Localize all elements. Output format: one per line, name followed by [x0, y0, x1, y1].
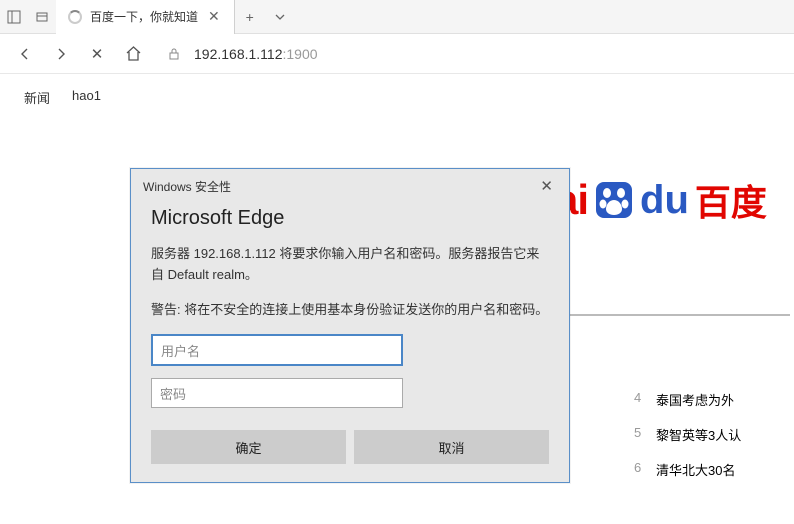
- page-content: 新闻 hao1 ai du 百度 安 安下载 anxz.com 4泰国考虑为外 …: [0, 74, 794, 524]
- ok-button[interactable]: 确定: [151, 430, 346, 464]
- placeholder-text: 用户名: [161, 341, 200, 360]
- tab-menu-chevron-icon[interactable]: [265, 0, 295, 34]
- home-button[interactable]: [120, 41, 146, 67]
- list-item[interactable]: 6清华北大30名: [634, 452, 794, 487]
- url-field[interactable]: 192.168.1.112:1900: [156, 44, 782, 64]
- back-button[interactable]: [12, 41, 38, 67]
- dialog-heading: Microsoft Edge: [151, 207, 549, 230]
- dialog-title: Windows 安全性: [143, 178, 231, 195]
- search-box-border[interactable]: [560, 314, 790, 316]
- close-icon[interactable]: ✕: [536, 177, 557, 195]
- forward-button[interactable]: [48, 41, 74, 67]
- placeholder-text: 密码: [160, 384, 186, 403]
- browser-titlebar: 百度一下，你就知道 ✕ +: [0, 0, 794, 34]
- tab-preview-icon[interactable]: [28, 0, 56, 34]
- logo-part2: du: [640, 178, 689, 223]
- logo-part3: 百度: [695, 174, 767, 226]
- dialog-warning: 警告: 将在不安全的连接上使用基本身份验证发送你的用户名和密码。: [151, 300, 549, 321]
- list-item[interactable]: 5黎智英等3人认: [634, 417, 794, 452]
- new-tab-button[interactable]: +: [235, 0, 265, 34]
- url-text: 192.168.1.112:1900: [194, 46, 318, 62]
- auth-dialog: Windows 安全性 ✕ Microsoft Edge 服务器 192.168…: [130, 168, 570, 483]
- baidu-logo: ai du 百度: [555, 174, 767, 226]
- site-topnav: 新闻 hao1: [0, 74, 794, 121]
- lock-icon: [164, 44, 184, 64]
- username-input[interactable]: 用户名: [151, 334, 403, 366]
- loading-spinner-icon: [68, 10, 82, 24]
- tabs-aside-icon[interactable]: [0, 0, 28, 34]
- password-input[interactable]: 密码: [151, 378, 403, 408]
- nav-hao[interactable]: hao1: [72, 88, 101, 107]
- tab-title: 百度一下，你就知道: [90, 8, 198, 25]
- stop-button[interactable]: ✕: [84, 41, 110, 67]
- address-bar: ✕ 192.168.1.112:1900: [0, 34, 794, 74]
- list-item[interactable]: 4泰国考虑为外: [634, 382, 794, 417]
- hot-news-list: 4泰国考虑为外 5黎智英等3人认 6清华北大30名: [634, 382, 794, 487]
- close-tab-icon[interactable]: ✕: [206, 8, 222, 25]
- dialog-message: 服务器 192.168.1.112 将要求你输入用户名和密码。服务器报告它来自 …: [151, 244, 549, 286]
- browser-tab[interactable]: 百度一下，你就知道 ✕: [56, 0, 235, 34]
- nav-news[interactable]: 新闻: [24, 88, 50, 107]
- paw-icon: [590, 176, 638, 224]
- dialog-titlebar: Windows 安全性 ✕: [131, 169, 569, 203]
- cancel-button[interactable]: 取消: [354, 430, 549, 464]
